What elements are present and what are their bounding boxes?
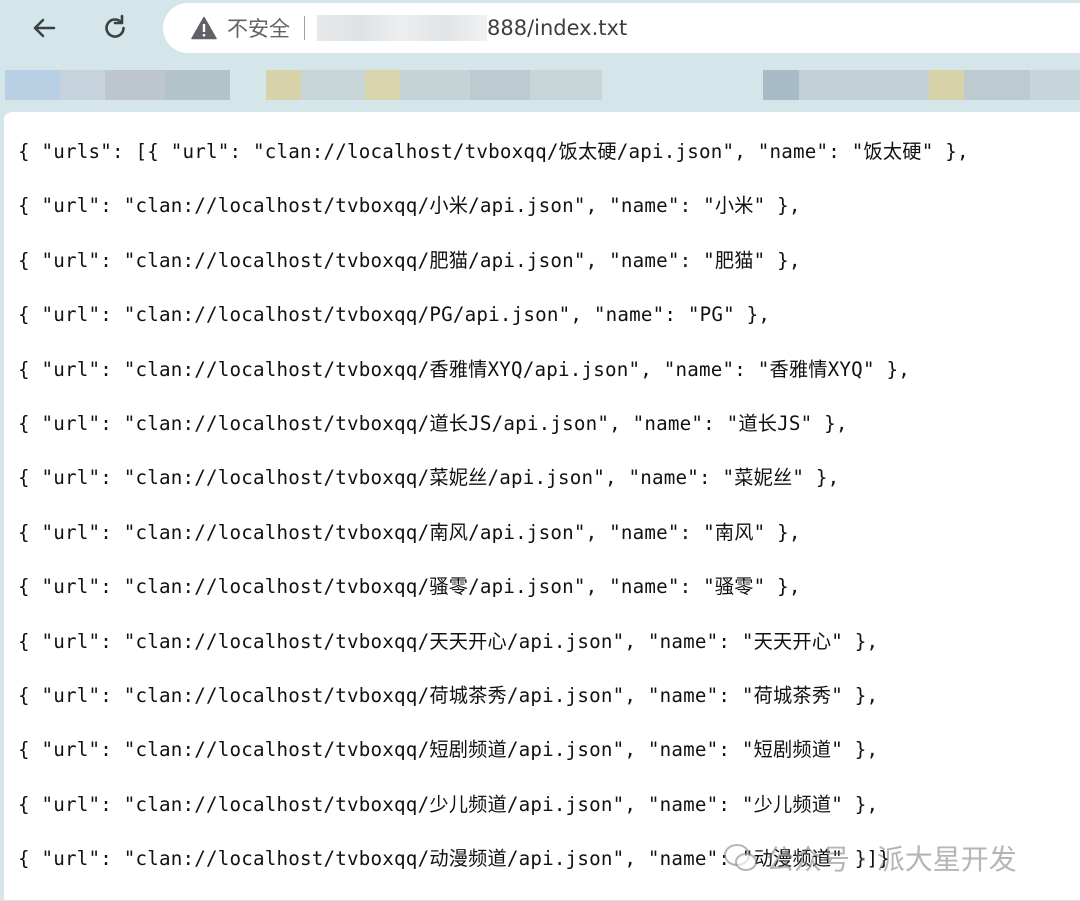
bookmark-item[interactable] [105, 70, 165, 100]
arrow-left-icon [33, 18, 56, 38]
bookmark-item[interactable] [365, 70, 400, 100]
reload-button[interactable] [97, 10, 133, 46]
text-line: { "url": "clan://localhost/tvboxqq/短剧频道/… [18, 738, 879, 762]
bookmark-item[interactable] [763, 70, 799, 100]
address-bar[interactable]: 不安全 888/index.txt [163, 3, 1080, 53]
text-line: { "url": "clan://localhost/tvboxqq/道长JS/… [18, 411, 848, 435]
text-line: { "url": "clan://localhost/tvboxqq/肥猫/ap… [18, 248, 801, 272]
bookmark-item[interactable] [60, 70, 105, 100]
security-status-label[interactable]: 不安全 [227, 13, 290, 43]
text-line: { "url": "clan://localhost/tvboxqq/PG/ap… [18, 303, 771, 327]
bookmark-item[interactable] [5, 70, 60, 100]
bookmark-item[interactable] [400, 70, 470, 100]
bookmark-item[interactable] [929, 70, 964, 100]
text-line: { "url": "clan://localhost/tvboxqq/菜妮丝/a… [18, 466, 840, 490]
bookmark-item[interactable] [266, 70, 301, 100]
bookmarks-bar [0, 66, 1080, 102]
text-line: { "url": "clan://localhost/tvboxqq/小米/ap… [18, 194, 801, 218]
text-line: { "url": "clan://localhost/tvboxqq/骚零/ap… [18, 575, 801, 599]
back-button[interactable] [26, 10, 62, 46]
wechat-logo-icon [724, 844, 757, 871]
url-text[interactable]: 888/index.txt [487, 16, 627, 40]
text-line: { "url": "clan://localhost/tvboxqq/香雅情XY… [18, 357, 910, 381]
watermark-text: 公众号 · 派大星开发 [766, 843, 1017, 876]
text-body: { "urls": [{ "url": "clan://localhost/tv… [18, 140, 969, 901]
bookmark-item[interactable] [165, 70, 230, 100]
text-line: { "url": "clan://localhost/tvboxqq/南风/ap… [18, 520, 801, 544]
address-divider [304, 16, 305, 40]
bookmark-item[interactable] [1030, 70, 1080, 100]
bookmark-item[interactable] [964, 70, 1030, 100]
redacted-host [317, 15, 487, 41]
text-line: { "url": "clan://localhost/tvboxqq/天天开心/… [18, 629, 879, 653]
bookmark-item[interactable] [301, 70, 365, 100]
text-line: { "url": "clan://localhost/tvboxqq/荷城茶秀/… [18, 683, 879, 707]
warning-icon[interactable] [191, 15, 217, 41]
text-line: { "urls": [{ "url": "clan://localhost/tv… [18, 140, 969, 163]
page-content: { "urls": [{ "url": "clan://localhost/tv… [4, 112, 1080, 900]
bookmark-item[interactable] [799, 70, 929, 100]
bookmark-item[interactable] [530, 70, 602, 100]
reload-icon [105, 14, 125, 38]
browser-toolbar: 不安全 888/index.txt [0, 0, 1080, 62]
bookmark-item[interactable] [470, 70, 530, 100]
watermark: 公众号 · 派大星开发 [724, 838, 1017, 878]
